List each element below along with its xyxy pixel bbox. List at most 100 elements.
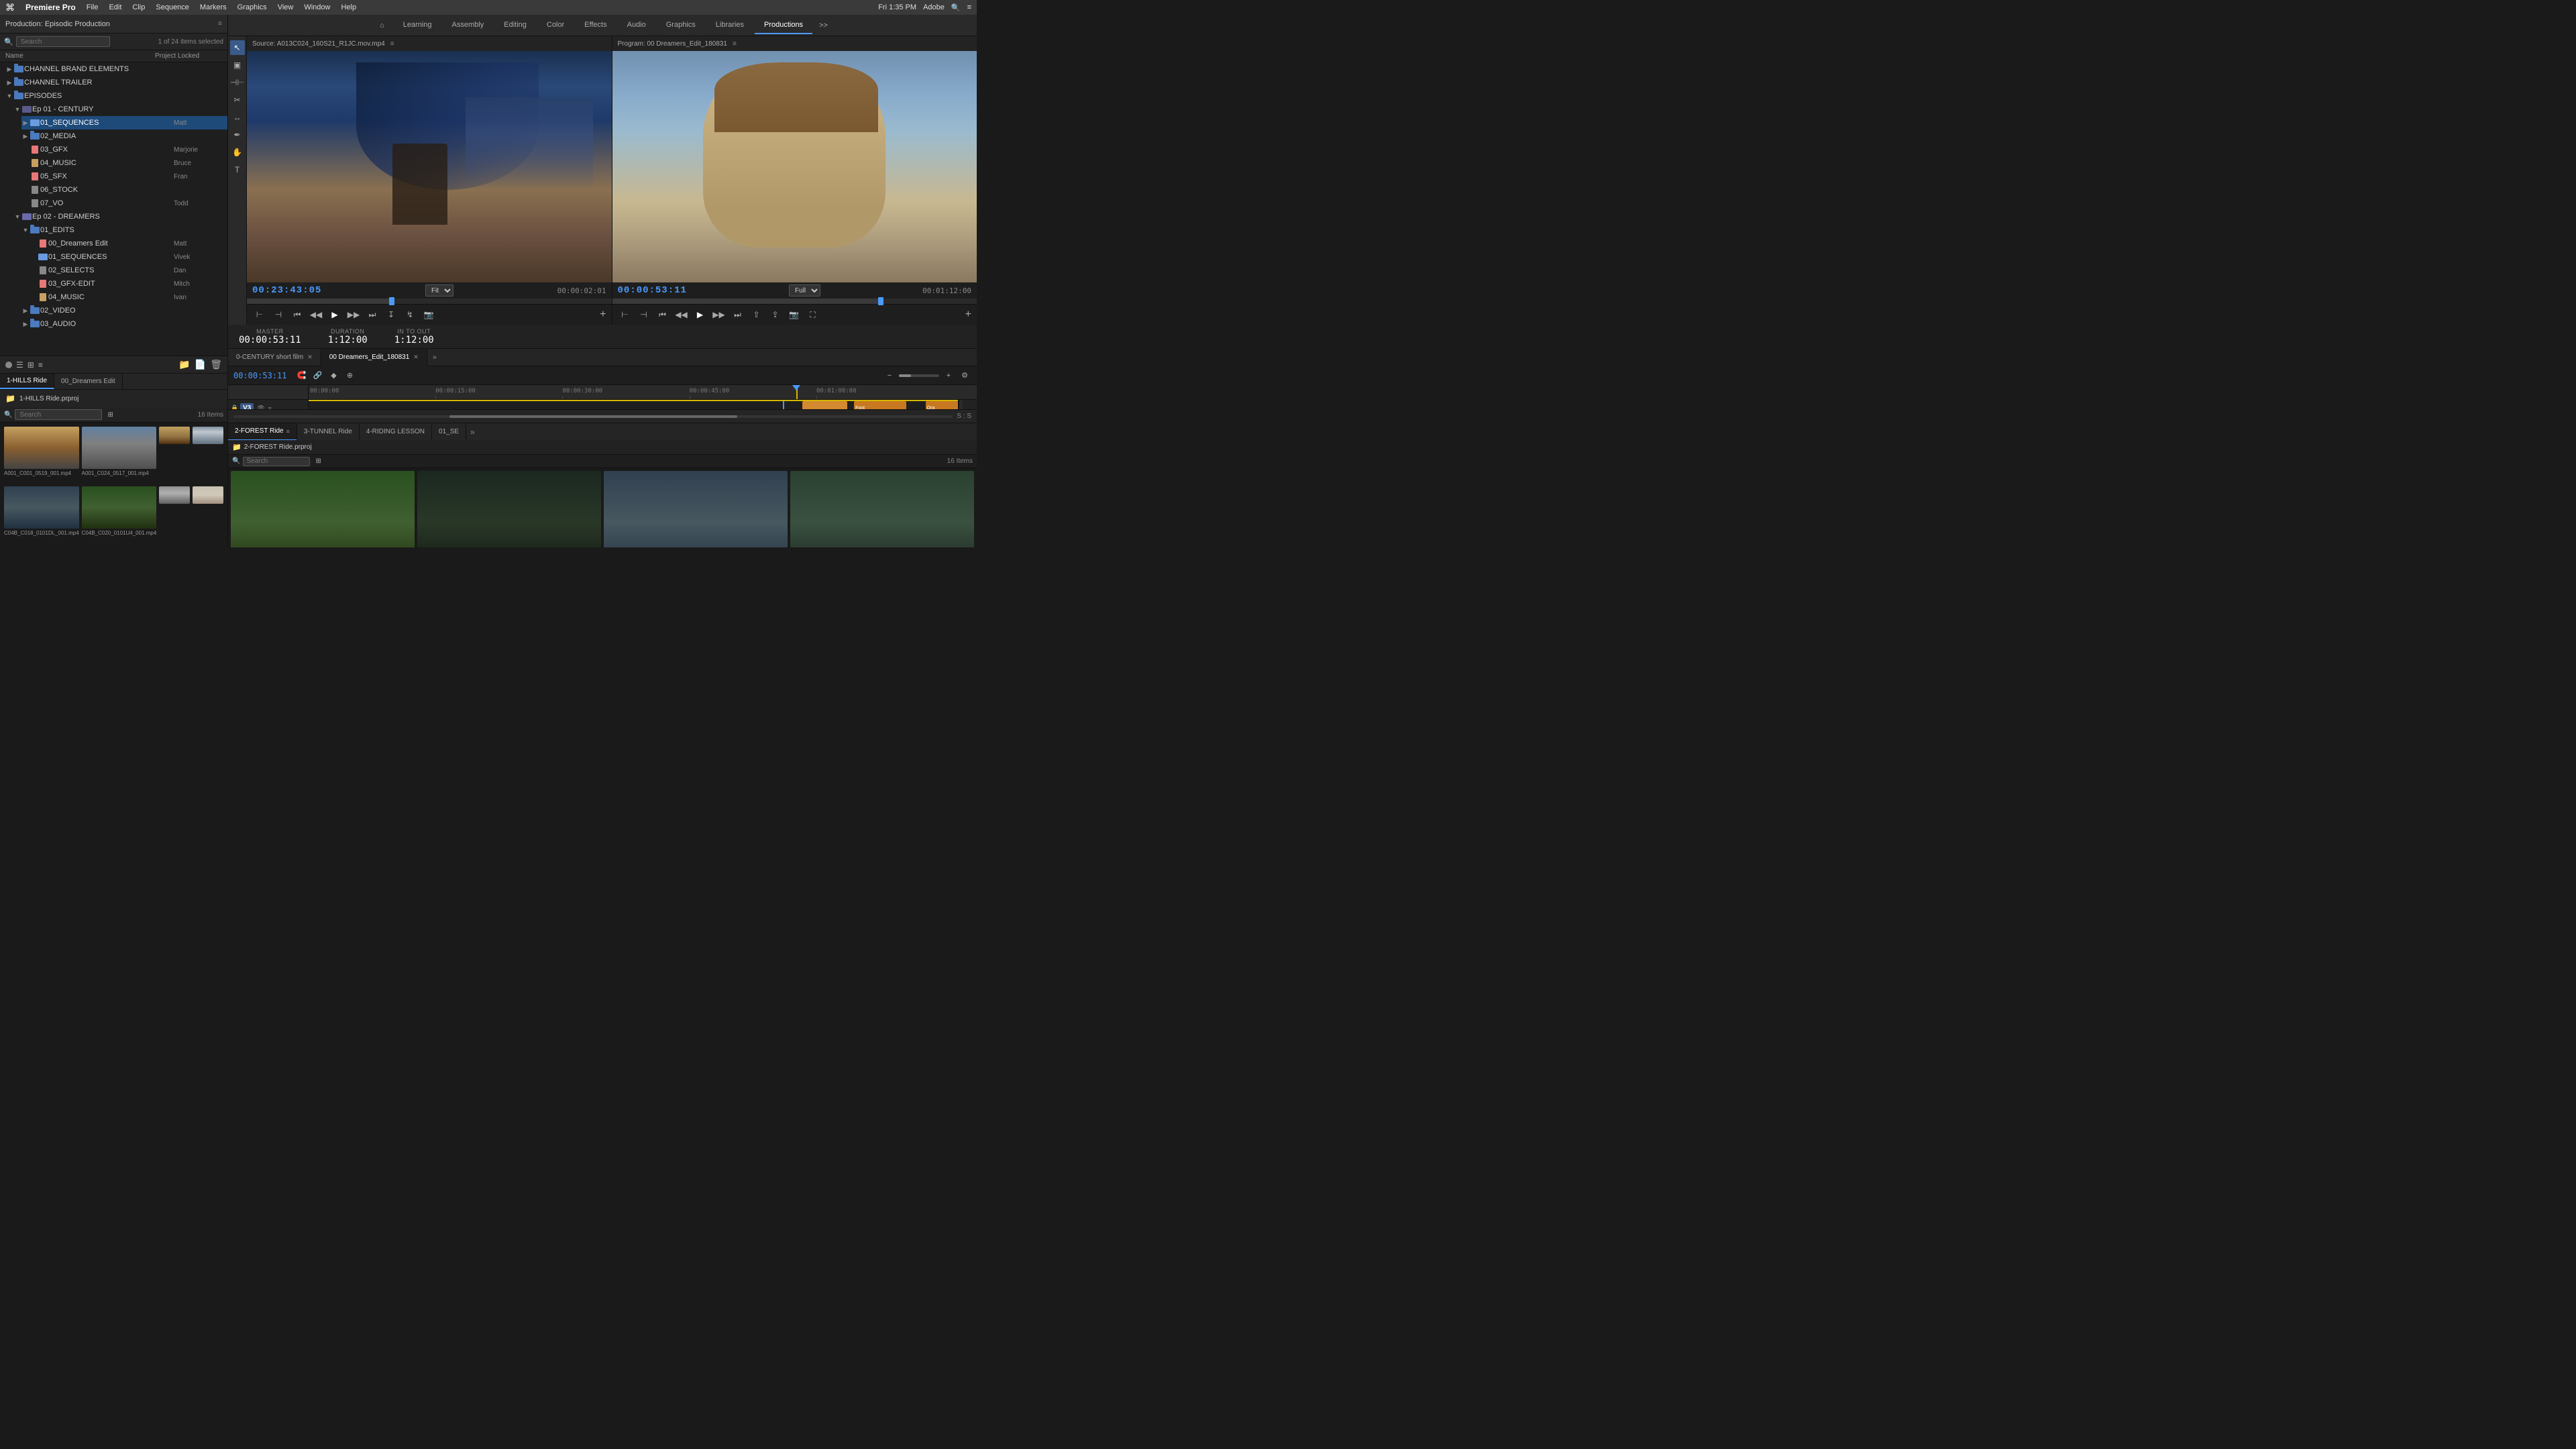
menu-sequence[interactable]: Sequence (156, 3, 189, 11)
bin-grid-toggle[interactable]: ⊞ (107, 411, 113, 419)
list-item[interactable]: ▶ 03_AUDIO (21, 317, 227, 331)
slip-tool[interactable]: ↔ (230, 110, 245, 125)
list-item[interactable]: 03_GFX-EDIT Mitch (30, 277, 227, 290)
source-mark-out-btn[interactable]: ⊣ (271, 307, 286, 322)
menu-markers[interactable]: Markers (200, 3, 227, 11)
program-add-btn[interactable]: + (965, 309, 971, 321)
list-view-btn[interactable]: ☰ (16, 360, 23, 370)
tab-tunnel-ride[interactable]: 3-TUNNEL Ride (297, 423, 360, 441)
expand-arrow[interactable]: ▶ (5, 79, 13, 87)
nav-learning[interactable]: Learning (394, 17, 441, 34)
nav-libraries[interactable]: Libraries (706, 17, 753, 34)
tab-forest-ride[interactable]: 2-FOREST Ride ≡ (228, 423, 297, 441)
nav-editing[interactable]: Editing (494, 17, 536, 34)
nav-home-btn[interactable]: ⌂ (372, 17, 392, 34)
tl-magnet-btn[interactable]: 🧲 (294, 369, 308, 382)
clip-v3-label2[interactable]: Ora (926, 401, 958, 409)
hand-tool[interactable]: ✋ (230, 145, 245, 160)
source-playhead-handle[interactable] (389, 297, 394, 305)
expand-arrow[interactable]: ▼ (21, 227, 30, 233)
source-bin-search-input[interactable] (243, 457, 310, 466)
tab-dreamers-edit[interactable]: 00_Dreamers Edit (54, 374, 123, 389)
list-item[interactable]: C04B_C009_01018D_001.mp4 (231, 471, 415, 547)
list-item[interactable]: 00_Dreamers Edit Matt (30, 237, 227, 250)
icon-view-btn[interactable]: ⊞ (28, 360, 34, 370)
program-go-out-btn[interactable]: ⏭ (731, 307, 745, 322)
program-fullscreen-btn[interactable]: ⛶ (806, 307, 820, 322)
expand-arrow[interactable]: ▶ (21, 307, 30, 315)
list-item[interactable]: C04B_C018_0101DL_001.mp4 (604, 471, 788, 547)
new-bin-btn[interactable]: 📁 (178, 359, 190, 370)
list-item[interactable] (159, 486, 190, 543)
list-item[interactable]: C04B_C020_0101U4_001.mp4 (82, 486, 157, 543)
source-fit-dropdown[interactable]: Fit (425, 284, 453, 297)
nav-color[interactable]: Color (537, 17, 574, 34)
list-item[interactable]: ▶ 02_VIDEO (21, 304, 227, 317)
list-item[interactable]: ▶ 01_SEQUENCES Matt (21, 116, 227, 129)
list-item[interactable] (193, 486, 223, 543)
track-eye-btn[interactable]: 👁 (257, 405, 264, 409)
list-item[interactable]: 07_VO Todd (21, 197, 227, 210)
source-insert-btn[interactable]: ↧ (384, 307, 398, 322)
list-item[interactable]: 06_STOCK (21, 183, 227, 197)
source-camera-btn[interactable]: 📷 (421, 307, 436, 322)
source-overwrite-btn[interactable]: ↯ (402, 307, 417, 322)
expand-arrow[interactable]: ▶ (21, 133, 30, 140)
tab-century-film[interactable]: 0-CENTURY short film ✕ (228, 349, 321, 366)
program-mark-out-btn[interactable]: ⊣ (637, 307, 651, 322)
list-item[interactable]: ▶ CHANNEL BRAND ELEMENTS (5, 62, 227, 76)
source-menu-icon[interactable]: ≡ (390, 40, 394, 48)
program-fit-dropdown[interactable]: Full (789, 284, 820, 297)
program-play-btn[interactable]: ▶ (693, 307, 708, 322)
metadata-view-btn[interactable]: ≡ (38, 360, 43, 370)
program-camera-btn[interactable]: 📷 (787, 307, 802, 322)
source-progress-bar[interactable] (247, 299, 612, 304)
text-tool[interactable]: T (230, 162, 245, 177)
arrow-tool[interactable]: ↖ (230, 40, 245, 55)
program-lift-btn[interactable]: ⇧ (749, 307, 764, 322)
menu-graphics[interactable]: Graphics (237, 3, 267, 11)
menu-file[interactable]: File (87, 3, 99, 11)
source-mark-in-btn[interactable]: ⊢ (252, 307, 267, 322)
list-item[interactable]: ▼ 01_EDITS (21, 223, 227, 237)
expand-arrow[interactable]: ▼ (13, 106, 21, 113)
tab-close-icon[interactable]: ✕ (413, 354, 419, 361)
search-icon[interactable]: 🔍 (951, 3, 961, 12)
project-tree[interactable]: ▶ CHANNEL BRAND ELEMENTS ▶ CHANNEL TRAIL… (0, 62, 227, 356)
notification-icon[interactable]: ≡ (967, 3, 971, 11)
track-lock-icon[interactable]: 🔒 (231, 405, 238, 409)
program-mark-in-btn[interactable]: ⊢ (618, 307, 633, 322)
program-menu-icon[interactable]: ≡ (733, 40, 737, 48)
source-step-back-btn[interactable]: ◀◀ (309, 307, 323, 322)
source-step-fwd-btn[interactable]: ▶▶ (346, 307, 361, 322)
tl-add-marker-btn[interactable]: ⊕ (343, 369, 356, 382)
ripple-tool[interactable]: ⊣⊢ (230, 75, 245, 90)
tl-marker-btn[interactable]: ◆ (327, 369, 340, 382)
source-bin-grid-btn[interactable]: ⊞ (315, 458, 321, 465)
nav-productions[interactable]: Productions (755, 17, 812, 34)
expand-arrow[interactable]: ▼ (5, 93, 13, 99)
new-item-btn[interactable]: 📄 (195, 359, 206, 370)
source-add-btn[interactable]: + (600, 309, 606, 321)
list-item[interactable]: ▶ CHANNEL TRAILER (5, 76, 227, 89)
tab-01-se[interactable]: 01_SE (432, 423, 466, 441)
panel-menu-icon[interactable]: ≡ (218, 20, 222, 28)
timeline-horizontal-scroll[interactable] (233, 415, 953, 418)
tl-zoom-slider[interactable] (899, 374, 939, 377)
tab-riding-lesson[interactable]: 4-RIDING LESSON (360, 423, 432, 441)
program-extract-btn[interactable]: ⇪ (768, 307, 783, 322)
tab-hills-ride[interactable]: 1-HILLS Ride (0, 374, 54, 389)
program-progress-bar[interactable] (612, 299, 977, 304)
razor-tool[interactable]: ✂ (230, 93, 245, 107)
list-item[interactable]: ▶ 02_MEDIA (21, 129, 227, 143)
select-tool[interactable]: ▣ (230, 58, 245, 72)
timeline-ruler[interactable]: 00:00:00 00:00:15:00 00:00:30:00 00:00:4… (309, 385, 977, 399)
nav-effects[interactable]: Effects (575, 17, 616, 34)
program-playhead-handle[interactable] (878, 297, 883, 305)
nav-more-btn[interactable]: >> (814, 17, 833, 34)
menu-edit[interactable]: Edit (109, 3, 121, 11)
tl-link-btn[interactable]: 🔗 (311, 369, 324, 382)
tl-zoom-in-btn[interactable]: + (942, 369, 955, 382)
delete-btn[interactable]: 🗑 (210, 359, 222, 370)
list-item[interactable]: C04B_C018_0101DL_001.mp4 (4, 486, 79, 543)
